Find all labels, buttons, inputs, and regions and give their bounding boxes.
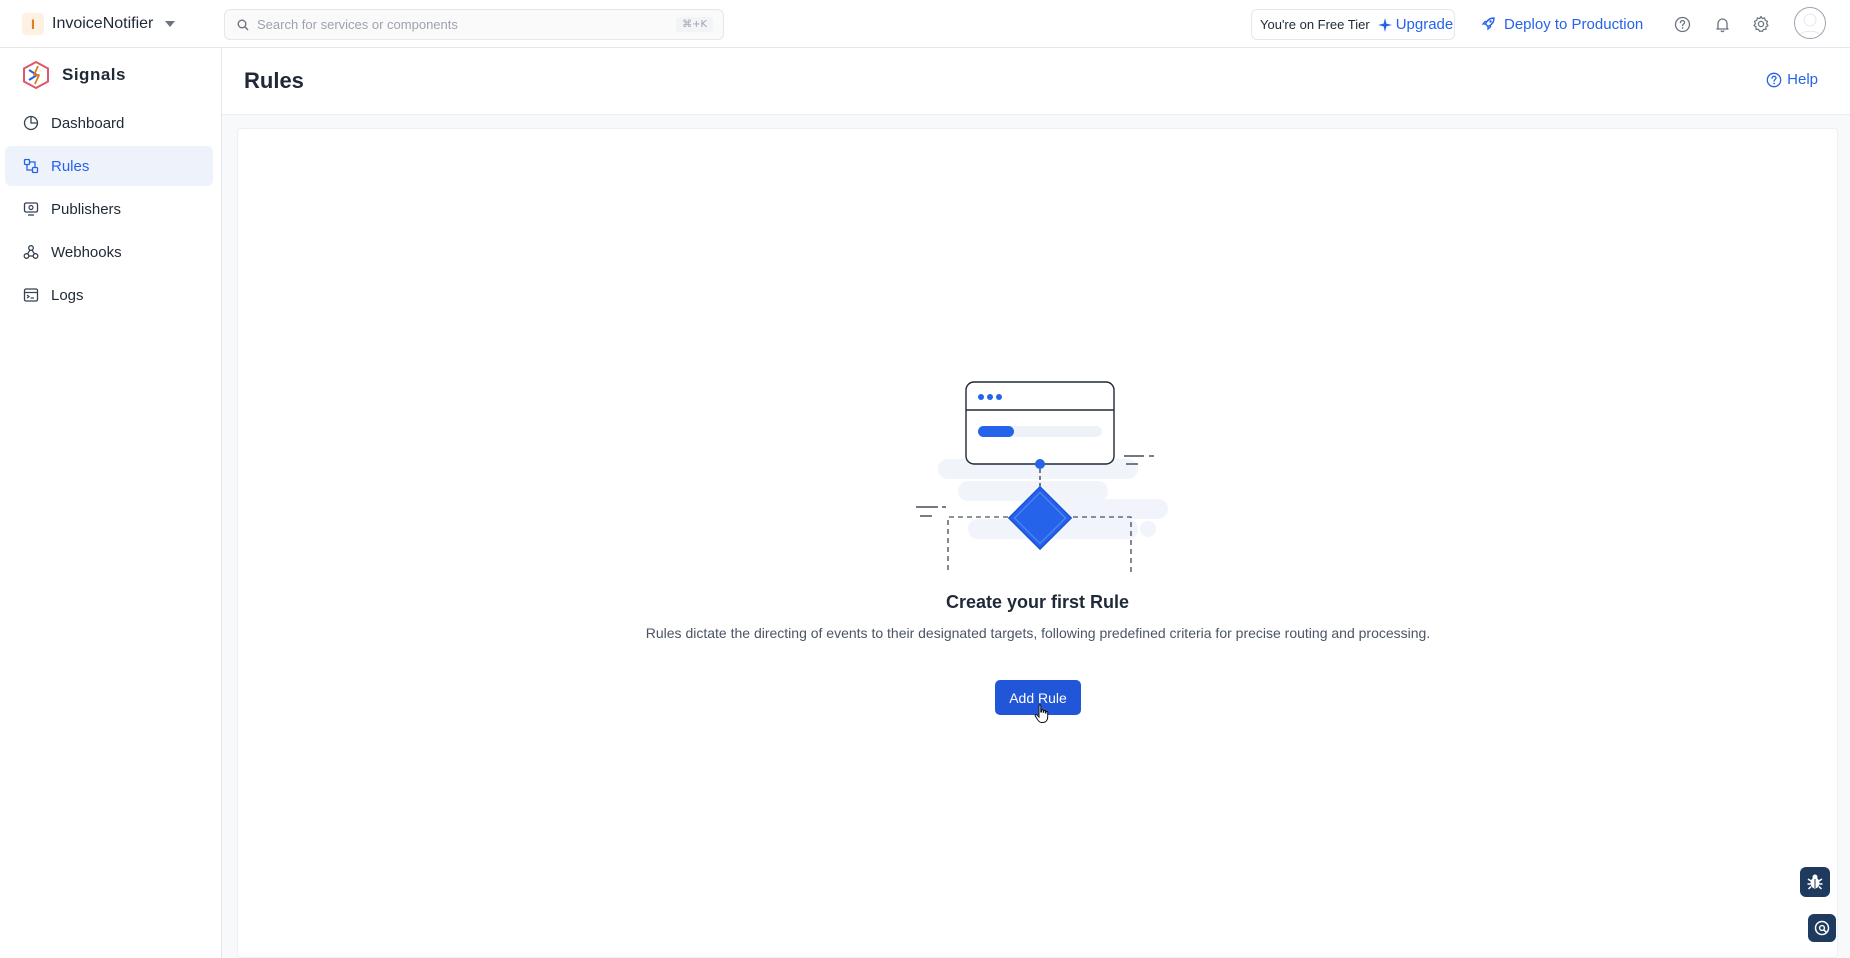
bug-icon (1807, 874, 1823, 890)
tier-text: You're on Free Tier (1260, 17, 1370, 32)
sidebar-item-rules[interactable]: Rules (5, 146, 213, 186)
deploy-button[interactable]: Deploy to Production (1480, 12, 1643, 36)
gear-icon[interactable] (1751, 14, 1771, 34)
empty-state-title: Create your first Rule (945, 592, 1130, 612)
sidebar-item-label: Publishers (51, 200, 122, 218)
sparkle-icon (1377, 17, 1392, 32)
tier-badge: You're on Free Tier Upgrade (1251, 9, 1455, 40)
empty-state-illustration (916, 381, 1168, 572)
app-switcher[interactable]: I InvoiceNotifier (22, 12, 176, 36)
page-header: Rules Help (222, 48, 1850, 115)
support-icon (1814, 920, 1830, 936)
sidebar-item-label: Webhooks (51, 243, 122, 261)
help-question-icon[interactable] (1672, 14, 1692, 34)
bell-icon[interactable] (1712, 14, 1732, 34)
page-title: Rules (244, 68, 304, 93)
help-label: Help (1787, 71, 1818, 88)
sidebar-item-label: Logs (51, 286, 84, 304)
top-bar: I InvoiceNotifier ⌘+K You're on Free Tie… (0, 0, 1850, 48)
avatar[interactable] (1794, 7, 1826, 39)
search-shortcut: ⌘+K (676, 17, 713, 32)
rules-card: Create your first Rule Rules dictate the… (237, 128, 1838, 958)
brand-name: Signals (62, 65, 126, 84)
bug-report-button[interactable] (1800, 867, 1830, 897)
sidebar-item-label: Rules (51, 157, 90, 175)
logs-icon (23, 288, 39, 302)
empty-state-description: Rules dictate the directing of events to… (645, 625, 1431, 641)
app-badge: I (22, 13, 44, 35)
hand-cursor-icon (1034, 704, 1049, 723)
sidebar-item-logs[interactable]: Logs (5, 275, 213, 315)
sidebar-item-dashboard[interactable]: Dashboard (5, 103, 213, 143)
upgrade-button[interactable]: Upgrade (1377, 16, 1454, 33)
pie-chart-icon (23, 115, 39, 131)
help-link[interactable]: Help (1766, 71, 1818, 88)
chevron-down-icon (165, 21, 176, 27)
deploy-label: Deploy to Production (1504, 15, 1644, 33)
search-icon (237, 19, 249, 30)
publisher-icon (23, 202, 39, 216)
search-input[interactable] (257, 17, 657, 32)
rocket-icon (1481, 17, 1495, 31)
sidebar-nav: Dashboard Rules Publishers Webhooks Logs (5, 103, 213, 318)
sidebar-item-label: Dashboard (51, 114, 125, 132)
sidebar: Signals Dashboard Rules Publishers Webho… (0, 48, 222, 958)
help-circle-icon (1766, 72, 1782, 87)
user-avatar-icon (1797, 13, 1823, 38)
rules-icon (23, 158, 39, 174)
sidebar-item-publishers[interactable]: Publishers (5, 189, 213, 229)
webhook-icon (23, 245, 39, 259)
signals-logo-icon (23, 60, 49, 90)
sidebar-item-webhooks[interactable]: Webhooks (5, 232, 213, 272)
brand: Signals (20, 60, 126, 90)
upgrade-label: Upgrade (1395, 16, 1454, 33)
app-name: InvoiceNotifier (52, 15, 154, 32)
support-button[interactable] (1808, 914, 1836, 942)
search-bar[interactable]: ⌘+K (224, 9, 724, 40)
